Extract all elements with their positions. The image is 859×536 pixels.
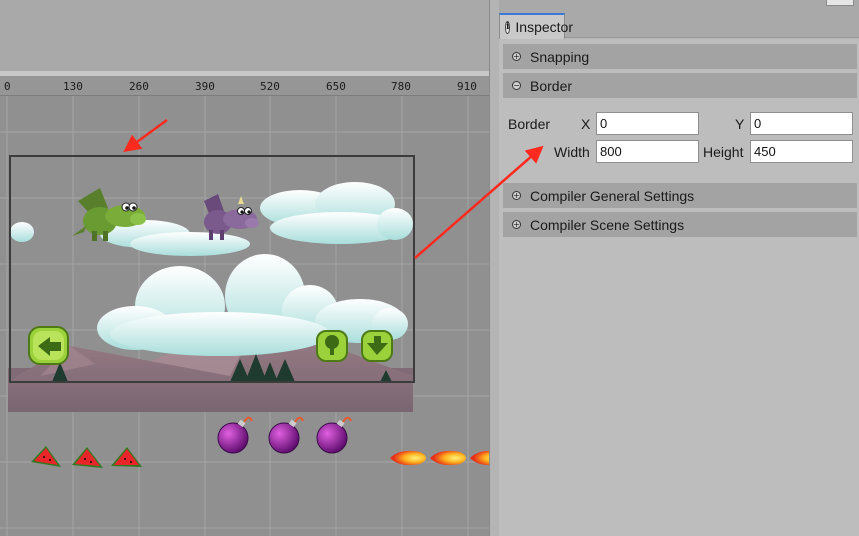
expand-icon: + (512, 220, 521, 229)
y-label: Y (735, 116, 745, 132)
x-label: X (581, 116, 591, 132)
bomb-icon[interactable] (217, 416, 253, 454)
panel-corner-button[interactable] (826, 0, 854, 6)
fireball-icon[interactable] (430, 450, 466, 466)
section-border[interactable]: − Border (503, 73, 857, 98)
border-group-label: Border (508, 116, 551, 132)
section-border-label: Border (530, 77, 573, 94)
section-snapping-label: Snapping (530, 48, 590, 65)
ruler-tick: 0 (4, 80, 11, 93)
border-properties: Border X Y Width Height (503, 99, 857, 181)
panel-splitter[interactable] (489, 0, 499, 536)
annotation-arrow (123, 118, 168, 153)
inspector-panel: i Inspector + Snapping − Border Border X… (499, 0, 859, 536)
expand-icon: + (512, 191, 521, 200)
fireball-icon[interactable] (390, 450, 426, 466)
section-compiler-scene[interactable]: + Compiler Scene Settings (503, 212, 857, 237)
height-label: Height (703, 144, 744, 160)
down-button-icon[interactable] (361, 330, 393, 362)
border-height-input[interactable] (750, 140, 853, 163)
watermelon-icon[interactable] (72, 447, 103, 468)
inspector-body: + Snapping − Border Border X Y Width Hei… (499, 39, 859, 536)
section-compiler-general[interactable]: + Compiler General Settings (503, 183, 857, 208)
editor-toolbar-area (0, 0, 493, 71)
tab-inspector-label: Inspector (515, 19, 574, 35)
border-width-input[interactable] (596, 140, 699, 163)
ruler-tick: 910 (457, 80, 477, 93)
width-label: Width (554, 144, 590, 160)
ruler-tick: 520 (260, 80, 280, 93)
cloud-top-right (260, 182, 413, 244)
section-compiler-scene-label: Compiler Scene Settings (530, 216, 685, 233)
horizontal-ruler: 0 130 260 390 520 650 780 910 (0, 76, 489, 96)
bomb-icon[interactable] (316, 416, 352, 454)
watermelon-icon[interactable] (31, 446, 61, 467)
scene-view[interactable]: 0 130 260 390 520 650 780 910 (0, 76, 489, 536)
section-compiler-general-label: Compiler General Settings (530, 187, 695, 204)
fireball-icon[interactable] (470, 450, 489, 466)
purple-dragon-icon[interactable] (204, 194, 259, 240)
bomb-icon[interactable] (268, 416, 304, 454)
tab-inspector[interactable]: i Inspector (499, 13, 573, 39)
ruler-tick: 650 (326, 80, 346, 93)
collapse-icon: − (512, 81, 521, 90)
info-icon: i (505, 20, 511, 34)
expand-icon: + (512, 52, 521, 61)
inspector-tab-strip: i Inspector (499, 0, 859, 39)
back-button-icon[interactable] (28, 326, 69, 365)
ruler-tick: 390 (195, 80, 215, 93)
watermelon-icon[interactable] (111, 447, 142, 467)
ruler-tick: 780 (391, 80, 411, 93)
border-y-input[interactable] (750, 112, 853, 135)
ruler-tick: 260 (129, 80, 149, 93)
scene-canvas[interactable] (0, 76, 489, 536)
tree-button-icon[interactable] (316, 330, 348, 362)
ruler-tick: 130 (63, 80, 83, 93)
section-snapping[interactable]: + Snapping (503, 44, 857, 69)
border-x-input[interactable] (596, 112, 699, 135)
